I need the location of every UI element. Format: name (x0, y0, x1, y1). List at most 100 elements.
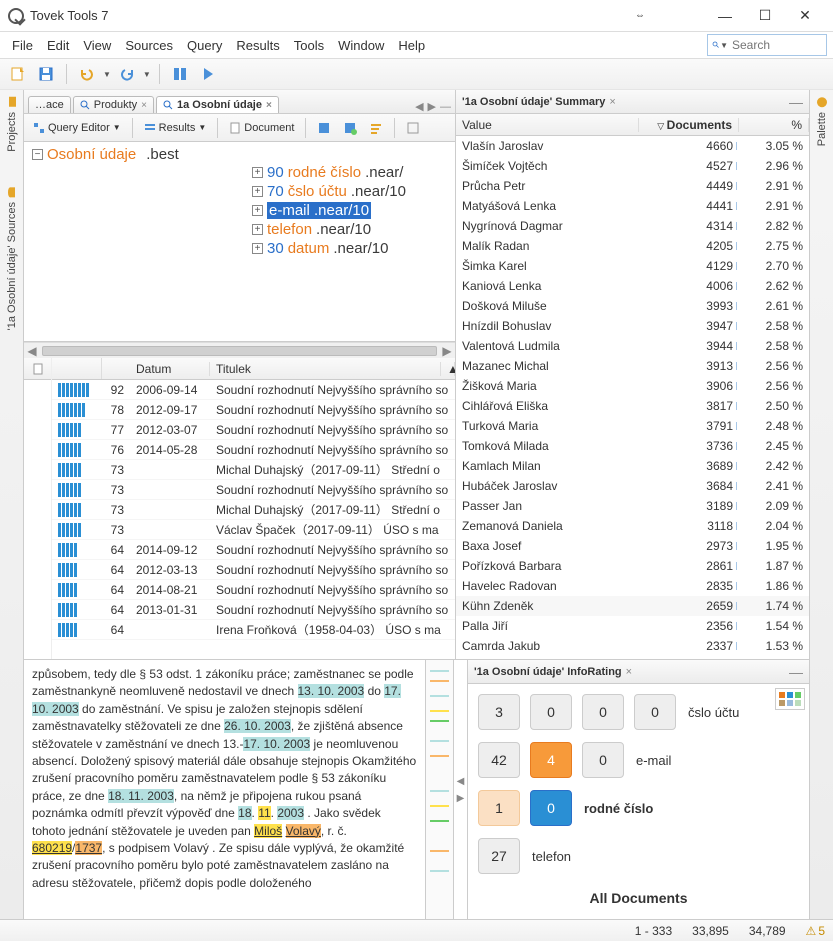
result-row[interactable]: 73Václav Špaček（2017-09-11） ÚSO s ma (52, 520, 455, 540)
color-legend[interactable] (775, 688, 805, 710)
result-row[interactable]: 772012-03-07Soudní rozhodnutí Nejvyššího… (52, 420, 455, 440)
tree-child[interactable]: +e-mail .near/10 (252, 201, 447, 220)
sidebar-tab-projects[interactable]: Projects (6, 94, 18, 154)
menu-window[interactable]: Window (332, 36, 390, 55)
result-row[interactable]: 73Michal Duhajský（2017-09-11） Střední o (52, 460, 455, 480)
query-tool-1[interactable] (312, 116, 336, 140)
tab-prev-button[interactable]: ◀ (415, 100, 423, 113)
search-input[interactable] (732, 38, 822, 52)
summary-row[interactable]: Camrda Jakub23371.53 % (456, 636, 809, 656)
query-tree[interactable]: − Osobní údaje .best +90rodné číslo.near… (24, 142, 455, 342)
summary-row[interactable]: Matyášová Lenka44412.91 % (456, 196, 809, 216)
collapse-icon[interactable]: − (32, 149, 43, 160)
redo-button[interactable] (115, 62, 139, 86)
result-row[interactable]: 922006-09-14Soudní rozhodnutí Nejvyššího… (52, 380, 455, 400)
query-tool-2[interactable] (338, 116, 362, 140)
summary-row[interactable]: Baxa Josef29731.95 % (456, 536, 809, 556)
summary-row[interactable]: Cihlářová Eliška38172.50 % (456, 396, 809, 416)
tab-ace[interactable]: …ace (28, 96, 71, 113)
summary-row[interactable]: Šimíček Vojtěch45272.96 % (456, 156, 809, 176)
summary-row[interactable]: Došková Miluše39932.61 % (456, 296, 809, 316)
minimize-icon[interactable]: — (789, 664, 803, 680)
document-button[interactable]: Document (224, 120, 299, 136)
close-icon[interactable]: × (141, 100, 147, 111)
result-row[interactable]: 642014-08-21Soudní rozhodnutí Nejvyššího… (52, 580, 455, 600)
summary-row[interactable]: Žišková Maria39062.56 % (456, 376, 809, 396)
arrow-left-icon[interactable]: ◀ (457, 776, 465, 787)
info-box[interactable]: 42 (478, 742, 520, 778)
redo-dropdown-icon[interactable]: ▼ (143, 70, 151, 79)
info-box[interactable]: 4 (530, 742, 572, 778)
horiz-scrollbar[interactable]: ◀▶ (24, 342, 455, 358)
summary-row[interactable]: Valentová Ludmila39442.58 % (456, 336, 809, 356)
menu-sources[interactable]: Sources (119, 36, 179, 55)
menu-results[interactable]: Results (230, 36, 285, 55)
status-warning[interactable]: ⚠ 5 (806, 924, 825, 938)
result-row[interactable]: 73Soudní rozhodnutí Nejvyššího správního… (52, 480, 455, 500)
tree-root-label[interactable]: Osobní údaje (47, 146, 136, 163)
drag-handle-icon[interactable]: ⇔ (635, 10, 645, 21)
menu-file[interactable]: File (6, 36, 39, 55)
close-icon[interactable]: × (626, 666, 632, 678)
summary-row[interactable]: Šimka Karel41292.70 % (456, 256, 809, 276)
expand-icon[interactable]: + (252, 167, 263, 178)
new-button[interactable] (6, 62, 30, 86)
result-row[interactable]: 642014-09-12Soudní rozhodnutí Nejvyššího… (52, 540, 455, 560)
col-titulek[interactable]: Titulek (210, 362, 441, 376)
summary-row[interactable]: Zemanová Daniela31182.04 % (456, 516, 809, 536)
summary-row[interactable]: Hnízdil Bohuslav39472.58 % (456, 316, 809, 336)
tree-child[interactable]: +telefon.near/10 (252, 220, 447, 239)
summary-row[interactable]: Tomková Milada37362.45 % (456, 436, 809, 456)
summary-body[interactable]: Vlašín Jaroslav46603.05 %Šimíček Vojtěch… (456, 136, 809, 659)
summary-row[interactable]: Kaniová Lenka40062.62 % (456, 276, 809, 296)
query-tool-3[interactable] (364, 116, 388, 140)
summary-row[interactable]: Nygrínová Dagmar43142.82 % (456, 216, 809, 236)
summary-row[interactable]: Turková Maria37912.48 % (456, 416, 809, 436)
expand-icon[interactable]: + (252, 205, 263, 216)
book-button[interactable] (168, 62, 192, 86)
close-icon[interactable]: × (266, 100, 272, 111)
tree-child[interactable]: +70čslo účtu.near/10 (252, 182, 447, 201)
info-box[interactable]: 0 (634, 694, 676, 730)
undo-dropdown-icon[interactable]: ▼ (103, 70, 111, 79)
query-editor-button[interactable]: Query Editor▼ (28, 120, 126, 136)
save-button[interactable] (34, 62, 58, 86)
info-box[interactable]: 0 (582, 742, 624, 778)
summary-row[interactable]: Passer Jan31892.09 % (456, 496, 809, 516)
search-dropdown-icon[interactable]: ▼ (720, 41, 728, 50)
results-button[interactable]: Results▼ (139, 120, 212, 136)
col-percent[interactable]: % (739, 118, 809, 132)
tab-next-button[interactable]: ▶ (428, 100, 436, 113)
close-button[interactable]: ✕ (785, 2, 825, 30)
results-body[interactable]: 922006-09-14Soudní rozhodnutí Nejvyššího… (52, 380, 455, 659)
menu-edit[interactable]: Edit (41, 36, 75, 55)
summary-row[interactable]: Hubáček Jaroslav36842.41 % (456, 476, 809, 496)
document-minimap[interactable] (426, 660, 454, 919)
summary-row[interactable]: Havelec Radovan28351.86 % (456, 576, 809, 596)
info-box[interactable]: 0 (582, 694, 624, 730)
info-box[interactable]: 0 (530, 694, 572, 730)
summary-row[interactable]: Palla Jiří23561.54 % (456, 616, 809, 636)
run-button[interactable] (196, 62, 220, 86)
menu-help[interactable]: Help (392, 36, 431, 55)
maximize-button[interactable]: ☐ (745, 2, 785, 30)
info-box[interactable]: 1 (478, 790, 520, 826)
summary-row[interactable]: Mazanec Michal39132.56 % (456, 356, 809, 376)
summary-row[interactable]: Pořízková Barbara28611.87 % (456, 556, 809, 576)
tab-minimize-button[interactable]: — (440, 101, 451, 113)
expand-icon[interactable]: + (252, 186, 263, 197)
col-documents[interactable]: ▽ Documents (639, 118, 739, 132)
result-row[interactable]: 64Irena Froňková（1958-04-03） ÚSO s ma (52, 620, 455, 640)
summary-row[interactable]: Vlašín Jaroslav46603.05 % (456, 136, 809, 156)
result-row[interactable]: 642013-01-31Soudní rozhodnutí Nejvyššího… (52, 600, 455, 620)
info-box[interactable]: 0 (530, 790, 572, 826)
result-row[interactable]: 762014-05-28Soudní rozhodnutí Nejvyššího… (52, 440, 455, 460)
summary-row[interactable]: Průcha Petr44492.91 % (456, 176, 809, 196)
undo-button[interactable] (75, 62, 99, 86)
search-box[interactable]: ▼ (707, 34, 827, 56)
tree-child[interactable]: +90rodné číslo.near/ (252, 163, 447, 182)
menu-query[interactable]: Query (181, 36, 228, 55)
minimize-icon[interactable]: — (789, 94, 803, 110)
summary-row[interactable]: Malík Radan42052.75 % (456, 236, 809, 256)
summary-row[interactable]: Kühn Zdeněk26591.74 % (456, 596, 809, 616)
